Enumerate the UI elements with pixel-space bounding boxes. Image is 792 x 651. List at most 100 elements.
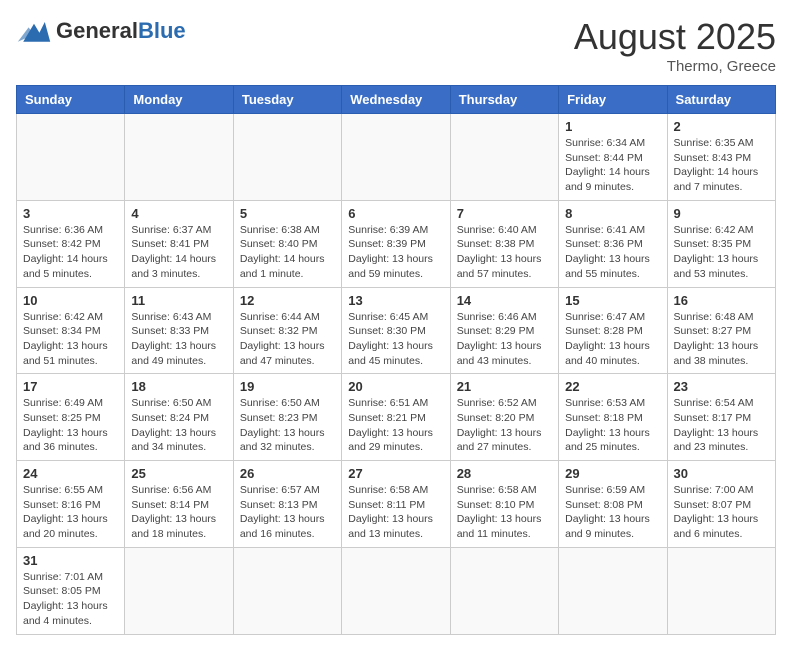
day-info: Sunrise: 6:48 AM Sunset: 8:27 PM Dayligh… [674,310,769,369]
calendar-cell: 30 Sunrise: 7:00 AM Sunset: 8:07 PM Dayli… [667,461,775,548]
day-info: Sunrise: 6:58 AM Sunset: 8:10 PM Dayligh… [457,483,552,542]
calendar-cell: 12 Sunrise: 6:44 AM Sunset: 8:32 PM Dayli… [233,287,341,374]
day-number: 30 [674,466,769,481]
calendar-cell [17,114,125,201]
day-number: 20 [348,379,443,394]
day-number: 21 [457,379,552,394]
day-number: 16 [674,293,769,308]
day-info: Sunrise: 6:40 AM Sunset: 8:38 PM Dayligh… [457,223,552,282]
calendar-cell: 27 Sunrise: 6:58 AM Sunset: 8:11 PM Dayli… [342,461,450,548]
day-info: Sunrise: 6:39 AM Sunset: 8:39 PM Dayligh… [348,223,443,282]
header: GeneralBlue August 2025 Thermo, Greece [16,16,776,75]
day-number: 23 [674,379,769,394]
day-number: 17 [23,379,118,394]
calendar-cell: 22Sunrise: 6:53 AM Sunset: 8:18 PM Dayli… [559,374,667,461]
day-info: Sunrise: 6:43 AM Sunset: 8:33 PM Dayligh… [131,310,226,369]
day-info: Sunrise: 6:41 AM Sunset: 8:36 PM Dayligh… [565,223,660,282]
day-number: 10 [23,293,118,308]
calendar-cell [125,547,233,634]
calendar-cell: 4 Sunrise: 6:37 AM Sunset: 8:41 PM Daylig… [125,200,233,287]
weekday-header: Thursday [450,86,558,114]
day-number: 31 [23,553,118,568]
calendar-cell: 25Sunrise: 6:56 AM Sunset: 8:14 PM Dayli… [125,461,233,548]
day-info: Sunrise: 6:42 AM Sunset: 8:35 PM Dayligh… [674,223,769,282]
day-info: Sunrise: 6:50 AM Sunset: 8:23 PM Dayligh… [240,396,335,455]
day-info: Sunrise: 6:37 AM Sunset: 8:41 PM Dayligh… [131,223,226,282]
logo: GeneralBlue [16,16,186,46]
logo-blue: Blue [138,18,186,43]
day-number: 18 [131,379,226,394]
title-section: August 2025 Thermo, Greece [574,16,776,75]
day-info: Sunrise: 6:36 AM Sunset: 8:42 PM Dayligh… [23,223,118,282]
day-number: 1 [565,119,660,134]
calendar-cell: 7Sunrise: 6:40 AM Sunset: 8:38 PM Daylig… [450,200,558,287]
day-number: 4 [131,206,226,221]
day-number: 8 [565,206,660,221]
day-info: Sunrise: 6:47 AM Sunset: 8:28 PM Dayligh… [565,310,660,369]
calendar-cell [125,114,233,201]
day-info: Sunrise: 6:42 AM Sunset: 8:34 PM Dayligh… [23,310,118,369]
logo-icon [16,16,52,46]
day-info: Sunrise: 6:56 AM Sunset: 8:14 PM Dayligh… [131,483,226,542]
day-number: 28 [457,466,552,481]
day-info: Sunrise: 6:55 AM Sunset: 8:16 PM Dayligh… [23,483,118,542]
weekday-header-row: SundayMondayTuesdayWednesdayThursdayFrid… [17,86,776,114]
calendar-cell [667,547,775,634]
day-number: 11 [131,293,226,308]
weekday-header: Wednesday [342,86,450,114]
calendar-week-row: 24 Sunrise: 6:55 AM Sunset: 8:16 PM Dayli… [17,461,776,548]
calendar-cell [559,547,667,634]
day-info: Sunrise: 6:52 AM Sunset: 8:20 PM Dayligh… [457,396,552,455]
calendar-cell [233,547,341,634]
calendar-cell: 11 Sunrise: 6:43 AM Sunset: 8:33 PM Dayli… [125,287,233,374]
day-info: Sunrise: 6:35 AM Sunset: 8:43 PM Dayligh… [674,136,769,195]
calendar-cell: 13 Sunrise: 6:45 AM Sunset: 8:30 PM Dayli… [342,287,450,374]
day-number: 12 [240,293,335,308]
calendar-cell: 31 Sunrise: 7:01 AM Sunset: 8:05 PM Dayli… [17,547,125,634]
calendar-cell: 26Sunrise: 6:57 AM Sunset: 8:13 PM Dayli… [233,461,341,548]
calendar-cell [450,547,558,634]
day-info: Sunrise: 7:00 AM Sunset: 8:07 PM Dayligh… [674,483,769,542]
day-number: 22 [565,379,660,394]
calendar-cell: 19 Sunrise: 6:50 AM Sunset: 8:23 PM Dayli… [233,374,341,461]
month-year: August 2025 [574,16,776,58]
day-number: 3 [23,206,118,221]
calendar-week-row: 17 Sunrise: 6:49 AM Sunset: 8:25 PM Dayli… [17,374,776,461]
calendar-cell: 29 Sunrise: 6:59 AM Sunset: 8:08 PM Dayli… [559,461,667,548]
calendar-cell: 28 Sunrise: 6:58 AM Sunset: 8:10 PM Dayli… [450,461,558,548]
calendar-week-row: 31 Sunrise: 7:01 AM Sunset: 8:05 PM Dayli… [17,547,776,634]
day-number: 24 [23,466,118,481]
day-number: 2 [674,119,769,134]
day-info: Sunrise: 7:01 AM Sunset: 8:05 PM Dayligh… [23,570,118,629]
calendar-cell: 23Sunrise: 6:54 AM Sunset: 8:17 PM Dayli… [667,374,775,461]
day-info: Sunrise: 6:44 AM Sunset: 8:32 PM Dayligh… [240,310,335,369]
weekday-header: Monday [125,86,233,114]
day-number: 27 [348,466,443,481]
weekday-header: Saturday [667,86,775,114]
calendar-cell: 17 Sunrise: 6:49 AM Sunset: 8:25 PM Dayli… [17,374,125,461]
calendar: SundayMondayTuesdayWednesdayThursdayFrid… [16,85,776,635]
day-info: Sunrise: 6:45 AM Sunset: 8:30 PM Dayligh… [348,310,443,369]
day-info: Sunrise: 6:57 AM Sunset: 8:13 PM Dayligh… [240,483,335,542]
day-number: 13 [348,293,443,308]
calendar-cell: 18Sunrise: 6:50 AM Sunset: 8:24 PM Dayli… [125,374,233,461]
calendar-week-row: 10 Sunrise: 6:42 AM Sunset: 8:34 PM Dayli… [17,287,776,374]
weekday-header: Friday [559,86,667,114]
calendar-cell: 9Sunrise: 6:42 AM Sunset: 8:35 PM Daylig… [667,200,775,287]
day-number: 29 [565,466,660,481]
weekday-header: Sunday [17,86,125,114]
calendar-week-row: 3 Sunrise: 6:36 AM Sunset: 8:42 PM Daylig… [17,200,776,287]
calendar-cell: 5Sunrise: 6:38 AM Sunset: 8:40 PM Daylig… [233,200,341,287]
calendar-cell: 8 Sunrise: 6:41 AM Sunset: 8:36 PM Daylig… [559,200,667,287]
day-info: Sunrise: 6:58 AM Sunset: 8:11 PM Dayligh… [348,483,443,542]
day-info: Sunrise: 6:38 AM Sunset: 8:40 PM Dayligh… [240,223,335,282]
day-info: Sunrise: 6:49 AM Sunset: 8:25 PM Dayligh… [23,396,118,455]
day-info: Sunrise: 6:51 AM Sunset: 8:21 PM Dayligh… [348,396,443,455]
day-number: 14 [457,293,552,308]
calendar-cell: 3 Sunrise: 6:36 AM Sunset: 8:42 PM Daylig… [17,200,125,287]
calendar-cell [342,547,450,634]
day-info: Sunrise: 6:59 AM Sunset: 8:08 PM Dayligh… [565,483,660,542]
day-number: 19 [240,379,335,394]
calendar-cell [233,114,341,201]
calendar-cell [450,114,558,201]
